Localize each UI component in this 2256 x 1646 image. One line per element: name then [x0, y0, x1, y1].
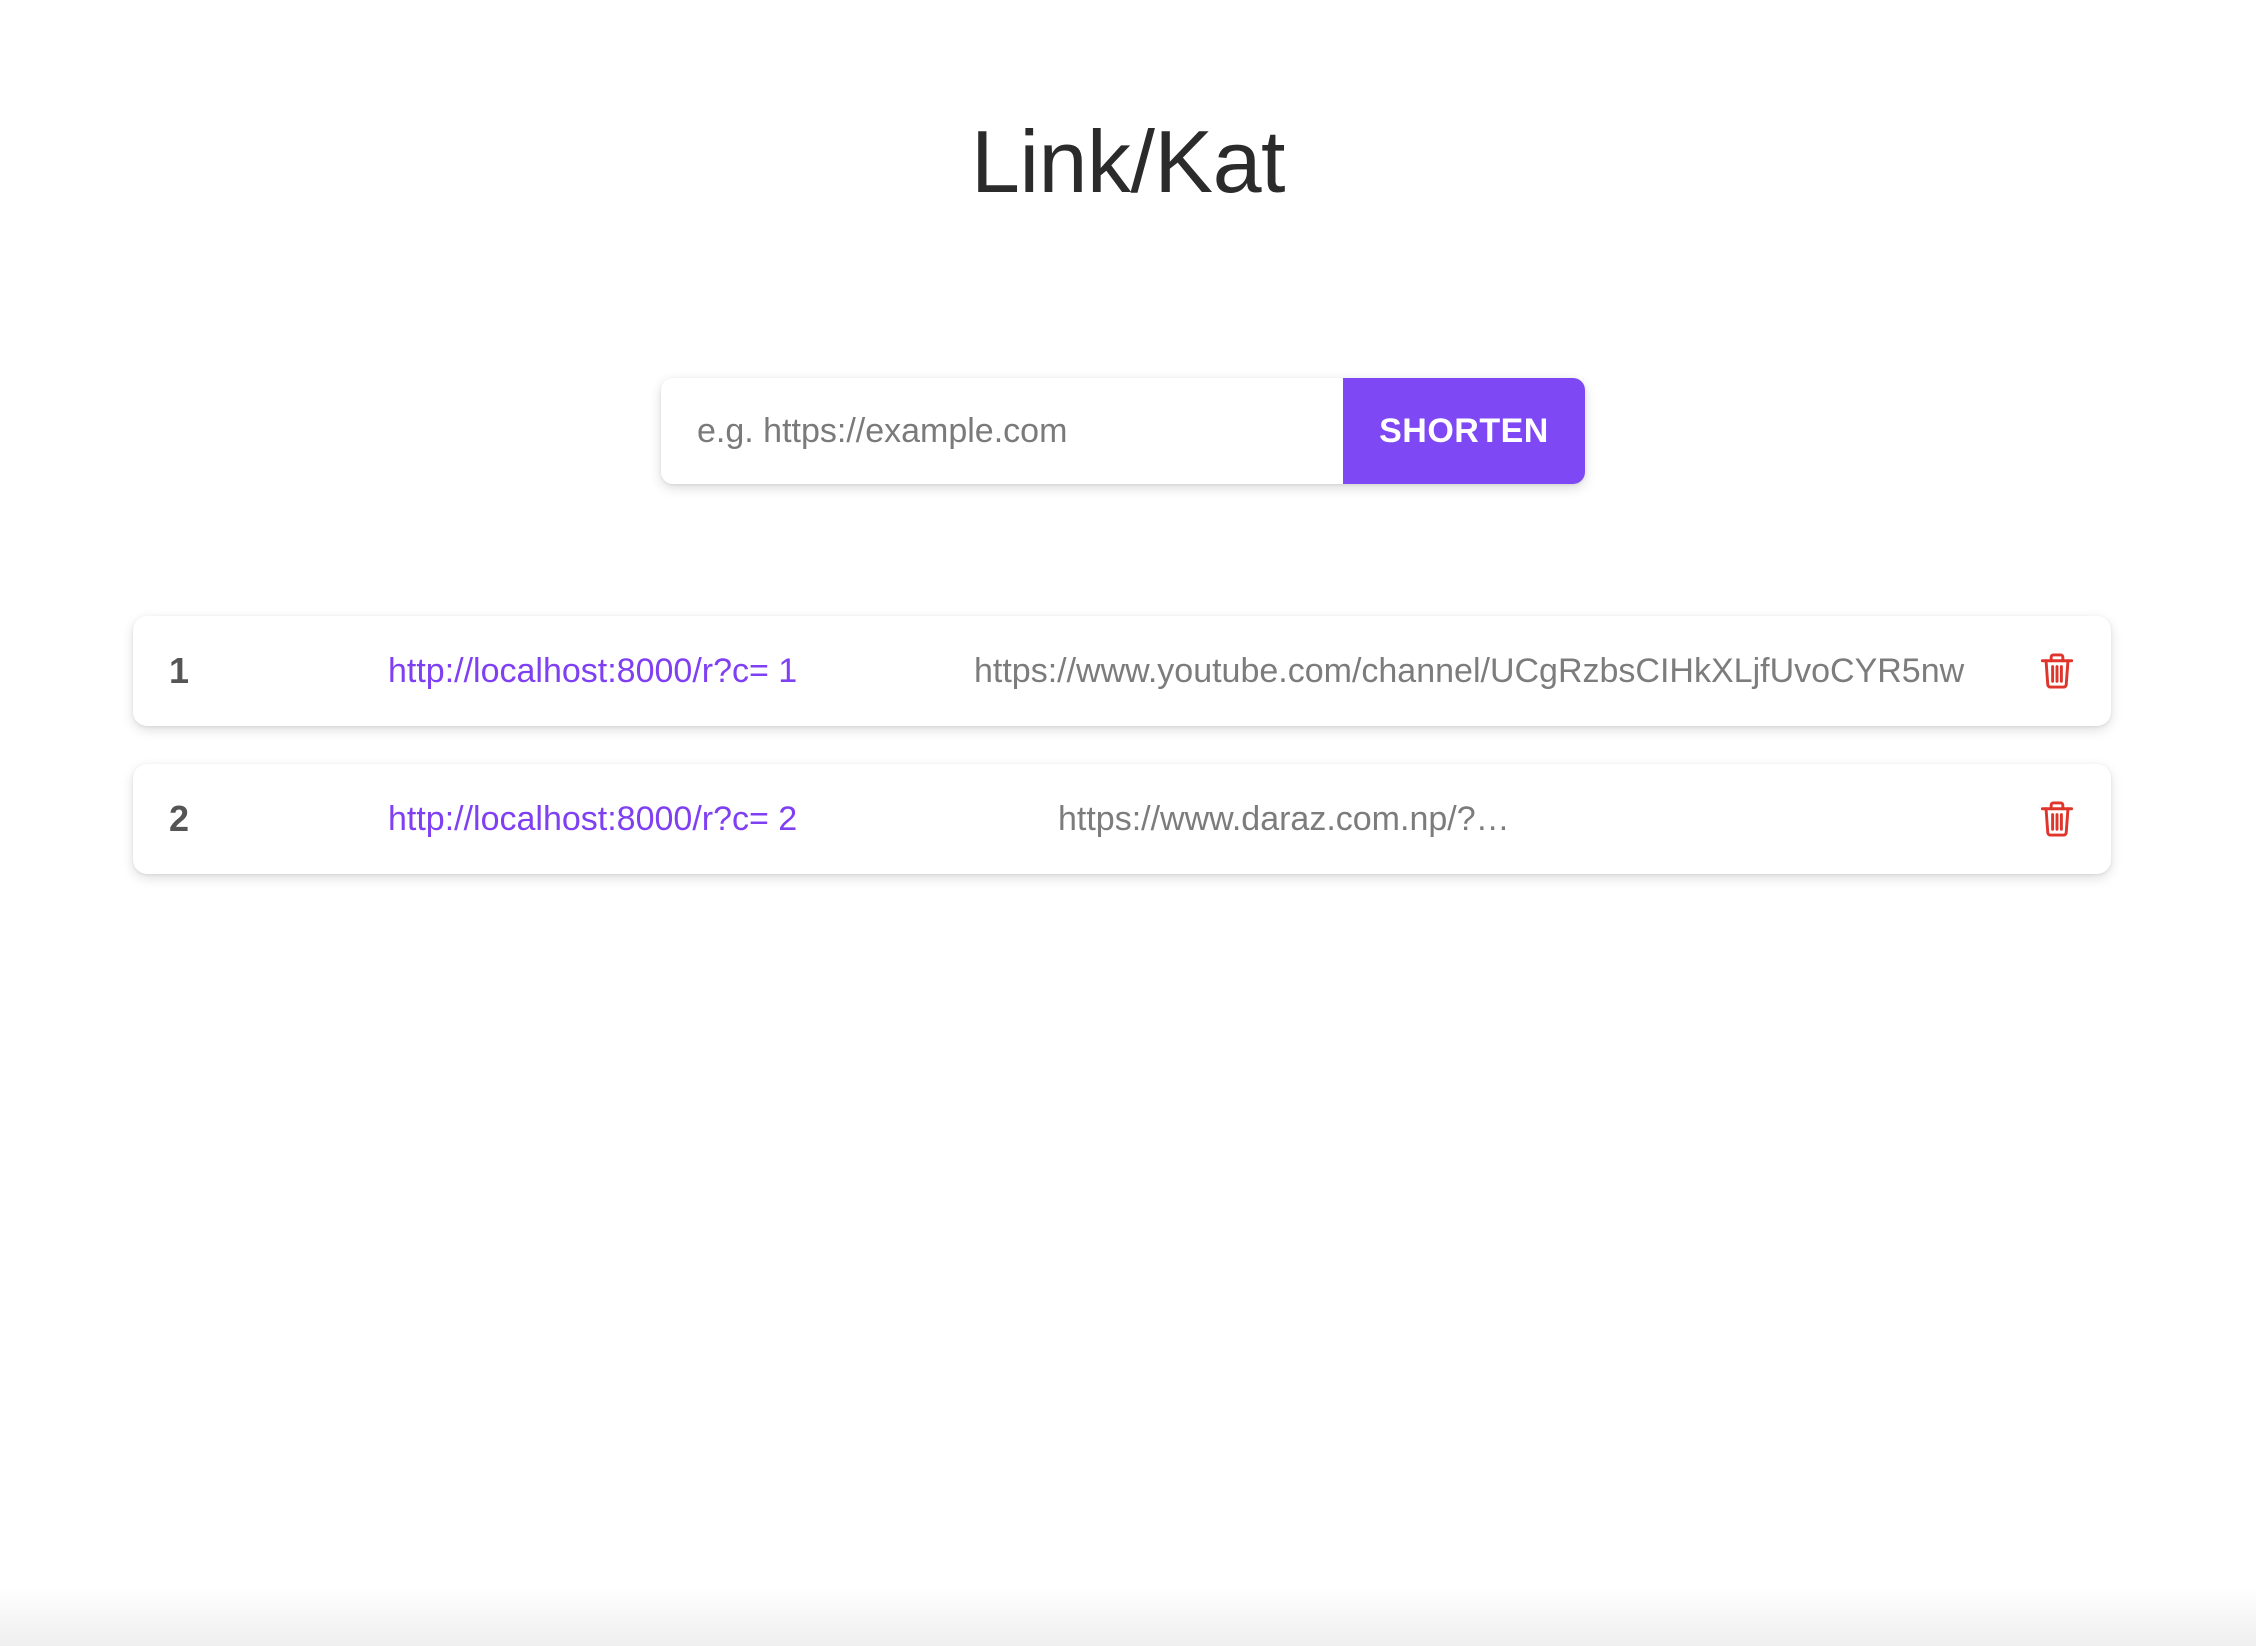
trash-icon — [2040, 653, 2074, 689]
delete-button[interactable] — [2039, 800, 2075, 838]
url-input[interactable] — [661, 378, 1343, 484]
link-row: 1 http://localhost:8000/r?c= 1 https://w… — [133, 616, 2111, 726]
page-title: Link/Kat — [971, 112, 1285, 211]
row-index: 1 — [169, 650, 190, 691]
page: Link/Kat SHORTEN 1 http://localhost:8000… — [0, 0, 2256, 1646]
short-url-link[interactable]: http://localhost:8000/r?c= 1 — [388, 616, 797, 726]
link-row: 2 http://localhost:8000/r?c= 2 https://w… — [133, 764, 2111, 874]
original-url: https://www.daraz.com.np/?… — [1058, 800, 1510, 838]
delete-button[interactable] — [2039, 652, 2075, 690]
row-index: 2 — [169, 798, 190, 839]
trash-icon — [2040, 801, 2074, 837]
original-url: https://www.youtube.com/channel/UCgRzbsC… — [974, 652, 1965, 690]
shorten-button[interactable]: SHORTEN — [1343, 378, 1585, 484]
bottom-fade — [0, 1586, 2256, 1646]
short-url-link[interactable]: http://localhost:8000/r?c= 2 — [388, 764, 797, 874]
shorten-form: SHORTEN — [661, 378, 1585, 484]
link-list: 1 http://localhost:8000/r?c= 1 https://w… — [133, 616, 2111, 912]
